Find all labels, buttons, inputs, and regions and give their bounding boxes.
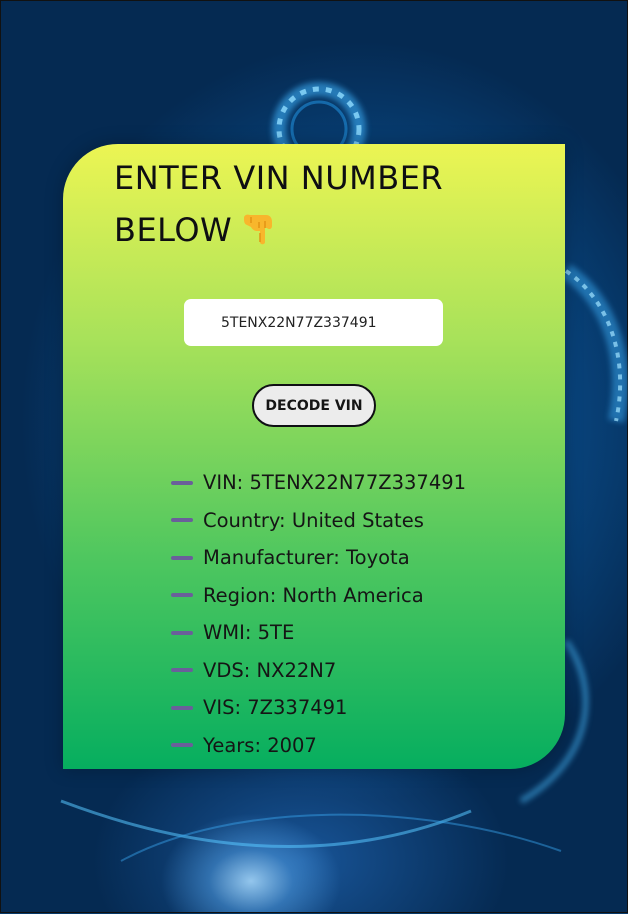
result-text: VDS: NX22N7 [203, 658, 337, 682]
bullet-dash-icon [171, 518, 193, 523]
vin-decoder-card: ENTER VIN NUMBER BELOW DECODE VIN VIN: 5… [63, 144, 565, 769]
bullet-dash-icon [171, 555, 193, 560]
result-text: Manufacturer: Toyota [203, 546, 410, 570]
bullet-dash-icon [171, 593, 193, 598]
bullet-dash-icon [171, 743, 193, 748]
result-item-country: Country: United States [171, 502, 466, 540]
result-item-vin: VIN: 5TENX22N77Z337491 [171, 464, 466, 502]
result-text: VIN: 5TENX22N77Z337491 [203, 471, 467, 495]
result-text: VIS: 7Z337491 [203, 696, 348, 720]
pointing-down-hand-icon [238, 209, 278, 249]
result-text: Years: 2007 [203, 733, 317, 757]
page-title-text: ENTER VIN NUMBER BELOW [114, 159, 444, 249]
bullet-dash-icon [171, 668, 193, 673]
bullet-dash-icon [171, 480, 193, 485]
result-text: WMI: 5TE [203, 621, 295, 645]
page-title: ENTER VIN NUMBER BELOW [114, 152, 494, 256]
result-item-manufacturer: Manufacturer: Toyota [171, 539, 466, 577]
result-text: Country: United States [203, 508, 424, 532]
decoded-results-list: VIN: 5TENX22N77Z337491 Country: United S… [171, 464, 466, 764]
result-item-vis: VIS: 7Z337491 [171, 689, 466, 727]
vin-input[interactable] [184, 299, 443, 346]
bullet-dash-icon [171, 705, 193, 710]
result-text: Region: North America [203, 583, 424, 607]
result-item-region: Region: North America [171, 577, 466, 615]
result-item-vds: VDS: NX22N7 [171, 652, 466, 690]
result-item-wmi: WMI: 5TE [171, 614, 466, 652]
bullet-dash-icon [171, 630, 193, 635]
result-item-years: Years: 2007 [171, 727, 466, 765]
decode-vin-button[interactable]: DECODE VIN [252, 384, 376, 427]
